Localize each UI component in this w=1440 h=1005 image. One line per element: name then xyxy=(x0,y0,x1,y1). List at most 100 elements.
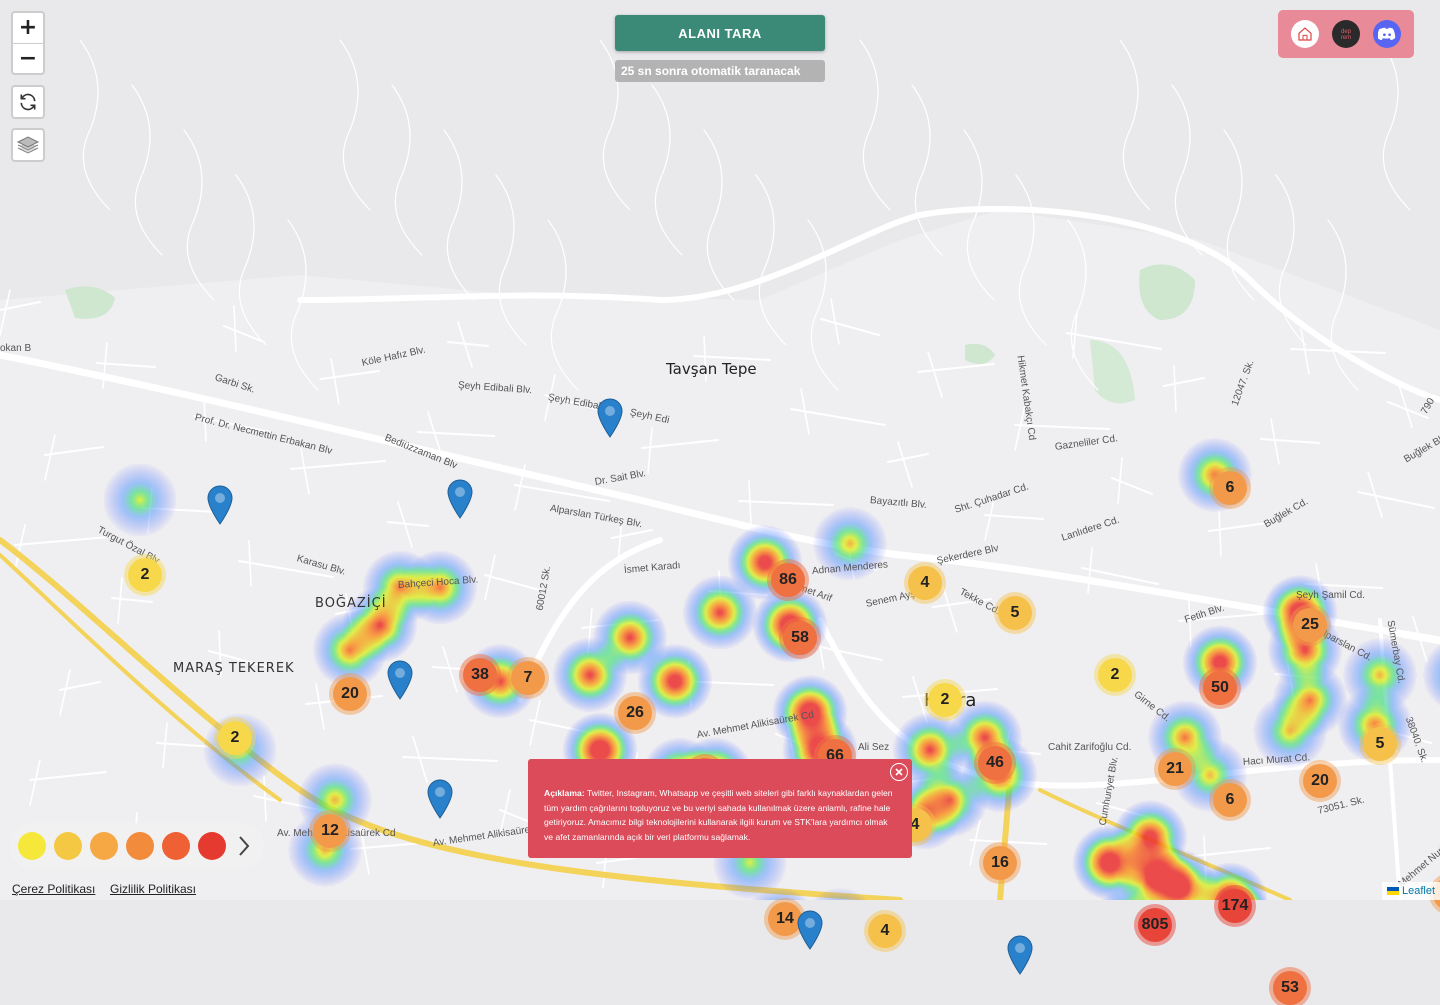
cluster-marker[interactable]: 20 xyxy=(1303,764,1337,799)
cluster-marker[interactable]: 50 xyxy=(1203,670,1237,705)
cluster-marker[interactable]: 5 xyxy=(1363,726,1397,761)
ukraine-flag-icon xyxy=(1386,887,1399,895)
cluster-count: 20 xyxy=(1311,772,1329,790)
street-label-zarifoglu: Cahit Zarifoğlu Cd. xyxy=(1048,742,1132,753)
cluster-marker[interactable]: 38 xyxy=(463,658,497,692)
scan-area-button[interactable]: ALANI TARA xyxy=(615,15,825,51)
cluster-count: 5 xyxy=(1375,734,1385,752)
cluster-marker[interactable]: 805 xyxy=(1138,908,1172,942)
cluster-marker[interactable]: 2 xyxy=(928,683,962,717)
cluster-count: 2 xyxy=(940,691,950,708)
cluster-count: 5 xyxy=(1010,603,1020,621)
cluster-marker[interactable]: 174 xyxy=(1218,889,1252,924)
location-pin-marker[interactable] xyxy=(207,485,233,525)
cluster-count: 86 xyxy=(779,571,797,588)
cluster-marker[interactable]: 5 xyxy=(998,595,1032,630)
cluster-marker[interactable]: 6 xyxy=(1213,783,1247,817)
zoom-out-button[interactable]: − xyxy=(13,44,43,74)
leaflet-link[interactable]: Leaflet xyxy=(1402,885,1435,897)
privacy-policy-link[interactable]: Gizlilik Politikası xyxy=(110,882,196,896)
discord-link[interactable] xyxy=(1373,20,1402,48)
cluster-marker[interactable]: 12 xyxy=(313,814,347,849)
cluster-marker[interactable]: 86 xyxy=(771,563,805,597)
legend-color-3[interactable] xyxy=(90,832,118,860)
social-links: dep rem xyxy=(1278,10,1414,58)
discord-icon xyxy=(1378,27,1396,40)
location-pin-marker[interactable] xyxy=(597,397,623,438)
cluster-marker[interactable]: 26 xyxy=(618,695,652,730)
map-attribution: Leaflet xyxy=(1381,882,1440,900)
cookie-policy-link[interactable]: Çerez Politikası xyxy=(12,882,95,896)
map-pin-icon xyxy=(1007,935,1033,975)
cluster-marker[interactable]: 16 xyxy=(983,845,1017,880)
map-pin-icon xyxy=(447,479,473,519)
cluster-count: 805 xyxy=(1141,916,1169,933)
cluster-marker[interactable]: 2 xyxy=(218,720,252,755)
cluster-count: 2 xyxy=(1110,666,1120,683)
info-box: Açıklama: Twitter, Instagram, Whatsapp v… xyxy=(528,759,912,858)
info-title: Açıklama: xyxy=(544,788,585,798)
home-link[interactable] xyxy=(1290,20,1319,48)
legend-color-6[interactable] xyxy=(198,832,226,860)
cluster-count: 7 xyxy=(523,668,533,686)
cluster-marker[interactable]: 46 xyxy=(978,745,1012,780)
location-pin-marker[interactable] xyxy=(427,779,453,819)
location-pin-marker[interactable] xyxy=(1007,935,1033,975)
place-label-bogazici: BOĞAZİÇİ xyxy=(315,596,387,611)
legend-color-2[interactable] xyxy=(54,832,82,860)
cluster-count: 20 xyxy=(341,684,359,702)
legend-color-5[interactable] xyxy=(162,832,190,860)
auto-scan-countdown: 25 sn sonra otomatik taranacak xyxy=(615,60,825,82)
refresh-button[interactable] xyxy=(11,85,45,119)
cluster-count: 21 xyxy=(1166,759,1184,777)
cluster-marker[interactable]: 2 xyxy=(1098,658,1132,692)
cluster-count: 58 xyxy=(791,628,809,646)
location-pin-marker[interactable] xyxy=(447,479,473,519)
legend-expand-button[interactable] xyxy=(234,832,254,860)
legend-color-4[interactable] xyxy=(126,832,154,860)
cluster-marker[interactable]: 6 xyxy=(1213,470,1247,505)
place-label-tavsan-tepe: Tavşan Tepe xyxy=(666,360,757,378)
street-label-kazan: okan B xyxy=(0,343,32,354)
street-label-ali-sez: Ali Sez xyxy=(858,742,890,753)
cluster-count: 4 xyxy=(920,573,930,591)
chevron-right-icon xyxy=(239,836,250,856)
cluster-marker[interactable]: 58 xyxy=(783,620,817,655)
cluster-marker[interactable]: 25 xyxy=(1293,608,1327,642)
location-pin-marker[interactable] xyxy=(797,910,823,950)
cluster-marker[interactable]: 4 xyxy=(908,565,942,600)
place-label-maras-tekerek: MARAŞ TEKEREK xyxy=(173,661,295,676)
cluster-marker[interactable]: 4 xyxy=(868,914,902,949)
deprem-link[interactable]: dep rem xyxy=(1331,20,1360,48)
info-text: Twitter, Instagram, Whatsapp ve çeşitli … xyxy=(544,788,893,842)
cluster-marker[interactable]: 2 xyxy=(128,558,162,592)
map-pin-icon xyxy=(427,779,453,819)
svg-text:rem: rem xyxy=(1341,35,1351,41)
cluster-count: 6 xyxy=(1225,791,1235,808)
cluster-count: 38 xyxy=(471,666,489,683)
map-pin-icon xyxy=(387,660,413,700)
cluster-count: 25 xyxy=(1301,616,1319,633)
cluster-count: 6 xyxy=(1225,478,1235,496)
layers-button[interactable] xyxy=(11,128,45,162)
cluster-count: 4 xyxy=(880,922,890,940)
density-legend xyxy=(10,823,264,869)
cluster-marker[interactable]: 21 xyxy=(1158,751,1192,786)
home-icon xyxy=(1298,27,1312,41)
cluster-count: 50 xyxy=(1211,678,1229,696)
cluster-count: 12 xyxy=(321,822,339,840)
legend-colors xyxy=(18,832,226,860)
info-close-button[interactable] xyxy=(890,763,908,781)
cluster-marker[interactable]: 20 xyxy=(333,676,367,711)
zoom-control: + − xyxy=(11,11,45,75)
close-icon xyxy=(895,768,903,776)
zoom-in-button[interactable]: + xyxy=(13,13,43,44)
legend-color-1[interactable] xyxy=(18,832,46,860)
cluster-count: 53 xyxy=(1281,978,1299,996)
cluster-marker[interactable]: 53 xyxy=(1273,970,1307,1005)
cluster-count: 46 xyxy=(986,753,1004,771)
location-pin-marker[interactable] xyxy=(387,660,413,700)
cluster-count: 2 xyxy=(230,728,240,746)
cluster-count: 16 xyxy=(991,853,1009,871)
cluster-marker[interactable]: 7 xyxy=(511,660,545,695)
